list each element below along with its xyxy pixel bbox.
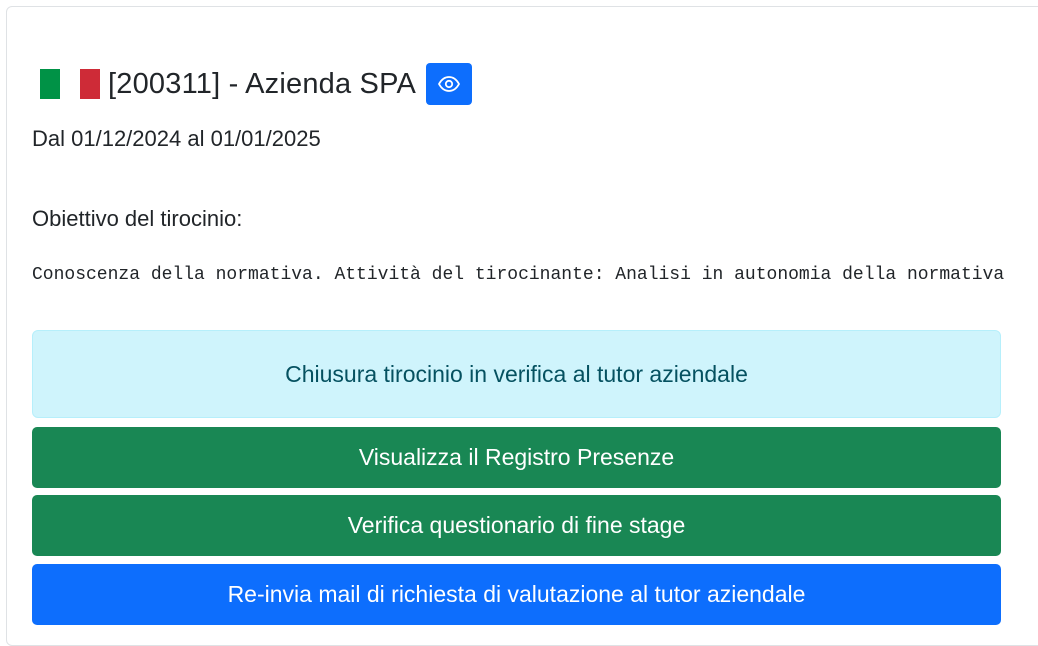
company-title: [200311] - Azienda SPA [108, 67, 417, 100]
verify-questionnaire-button[interactable]: Verifica questionario di fine stage [32, 495, 1001, 556]
flag-white-stripe [60, 69, 80, 99]
objective-text: Conoscenza della normativa. Attività del… [32, 265, 1005, 285]
flag-red-stripe [80, 69, 100, 99]
company-title-row: [200311] - Azienda SPA [40, 62, 473, 106]
eye-icon [438, 76, 461, 92]
flag-green-stripe [40, 69, 60, 99]
internship-period: Dal 01/12/2024 al 01/01/2025 [32, 126, 321, 151]
resend-evaluation-email-button[interactable]: Re-invia mail di richiesta di valutazion… [32, 564, 1001, 625]
status-alert: Chiusura tirocinio in verifica al tutor … [32, 330, 1001, 418]
view-attendance-register-button[interactable]: Visualizza il Registro Presenze [32, 427, 1001, 488]
view-details-button[interactable] [426, 63, 473, 105]
italy-flag-icon [40, 69, 100, 99]
objective-label: Obiettivo del tirocinio: [32, 206, 243, 231]
